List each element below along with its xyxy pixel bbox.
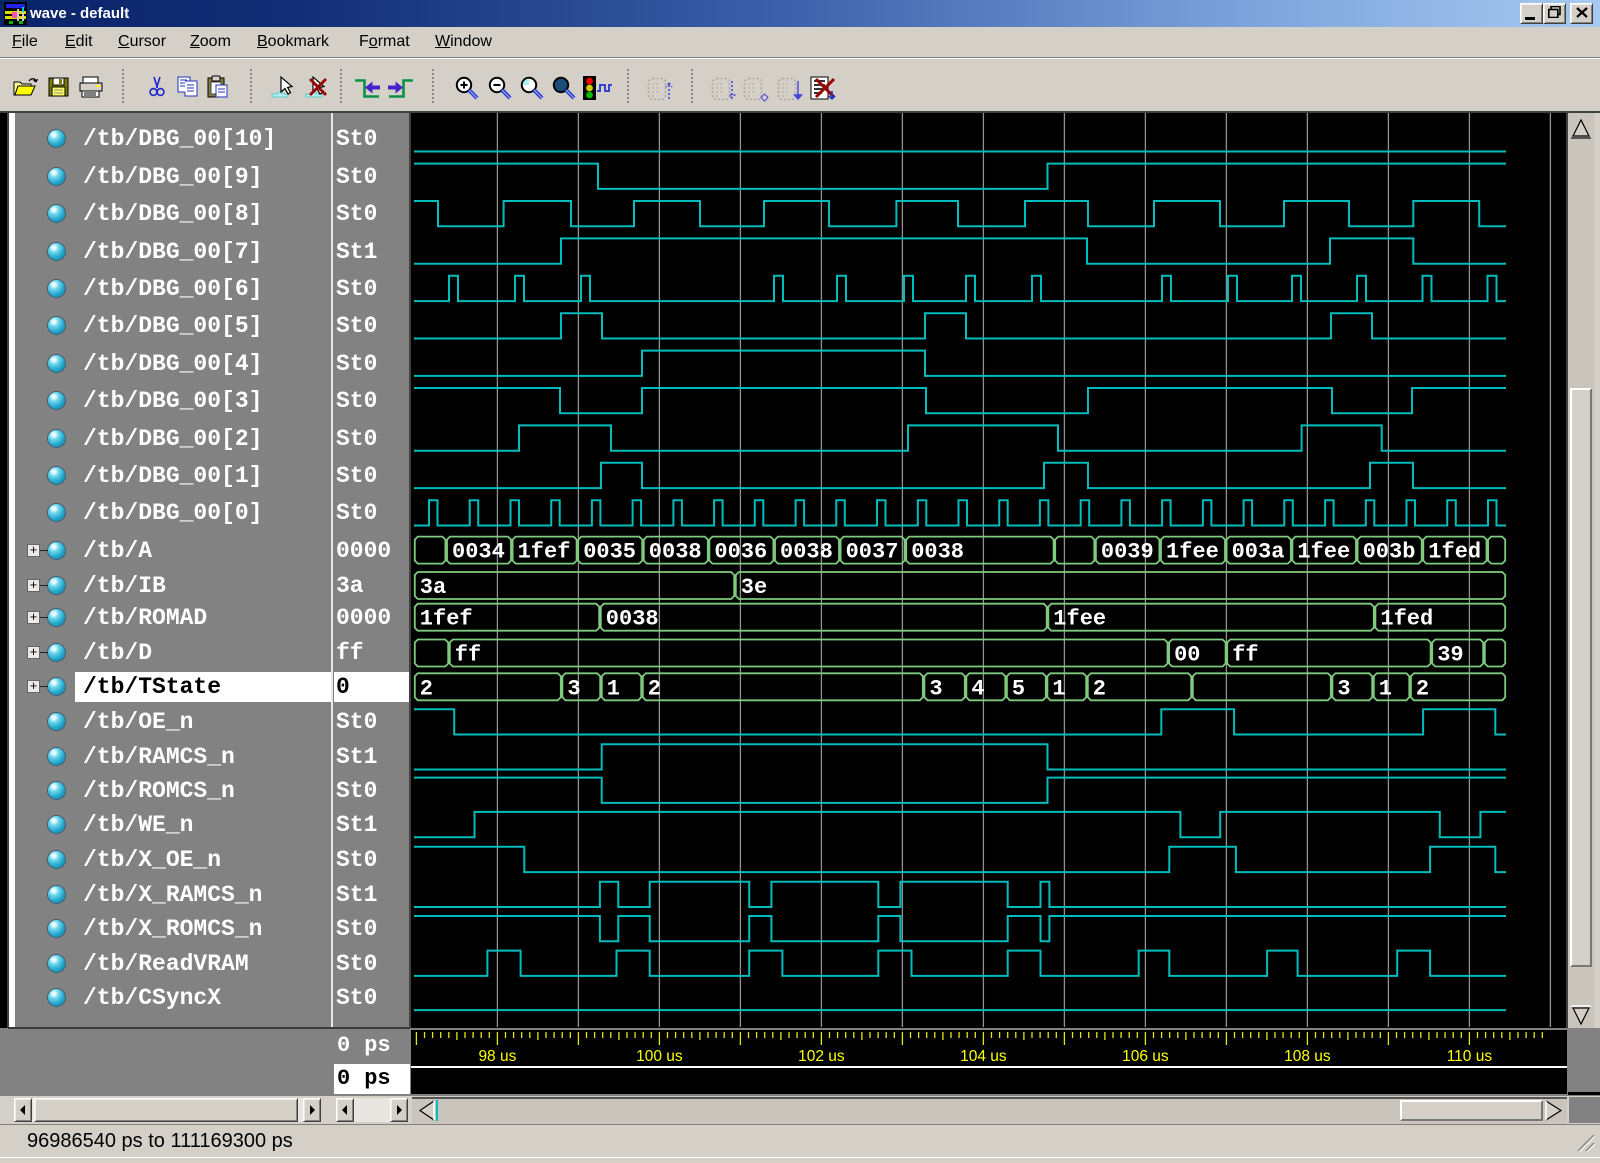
- svg-text:100 us: 100 us: [636, 1048, 683, 1065]
- svg-text:102 us: 102 us: [798, 1048, 845, 1065]
- svg-text:104 us: 104 us: [960, 1048, 1007, 1065]
- svg-text:110 us: 110 us: [1447, 1048, 1493, 1065]
- svg-text:98 us: 98 us: [478, 1048, 516, 1065]
- svg-text:106 us: 106 us: [1122, 1048, 1169, 1065]
- svg-text:108 us: 108 us: [1284, 1048, 1331, 1065]
